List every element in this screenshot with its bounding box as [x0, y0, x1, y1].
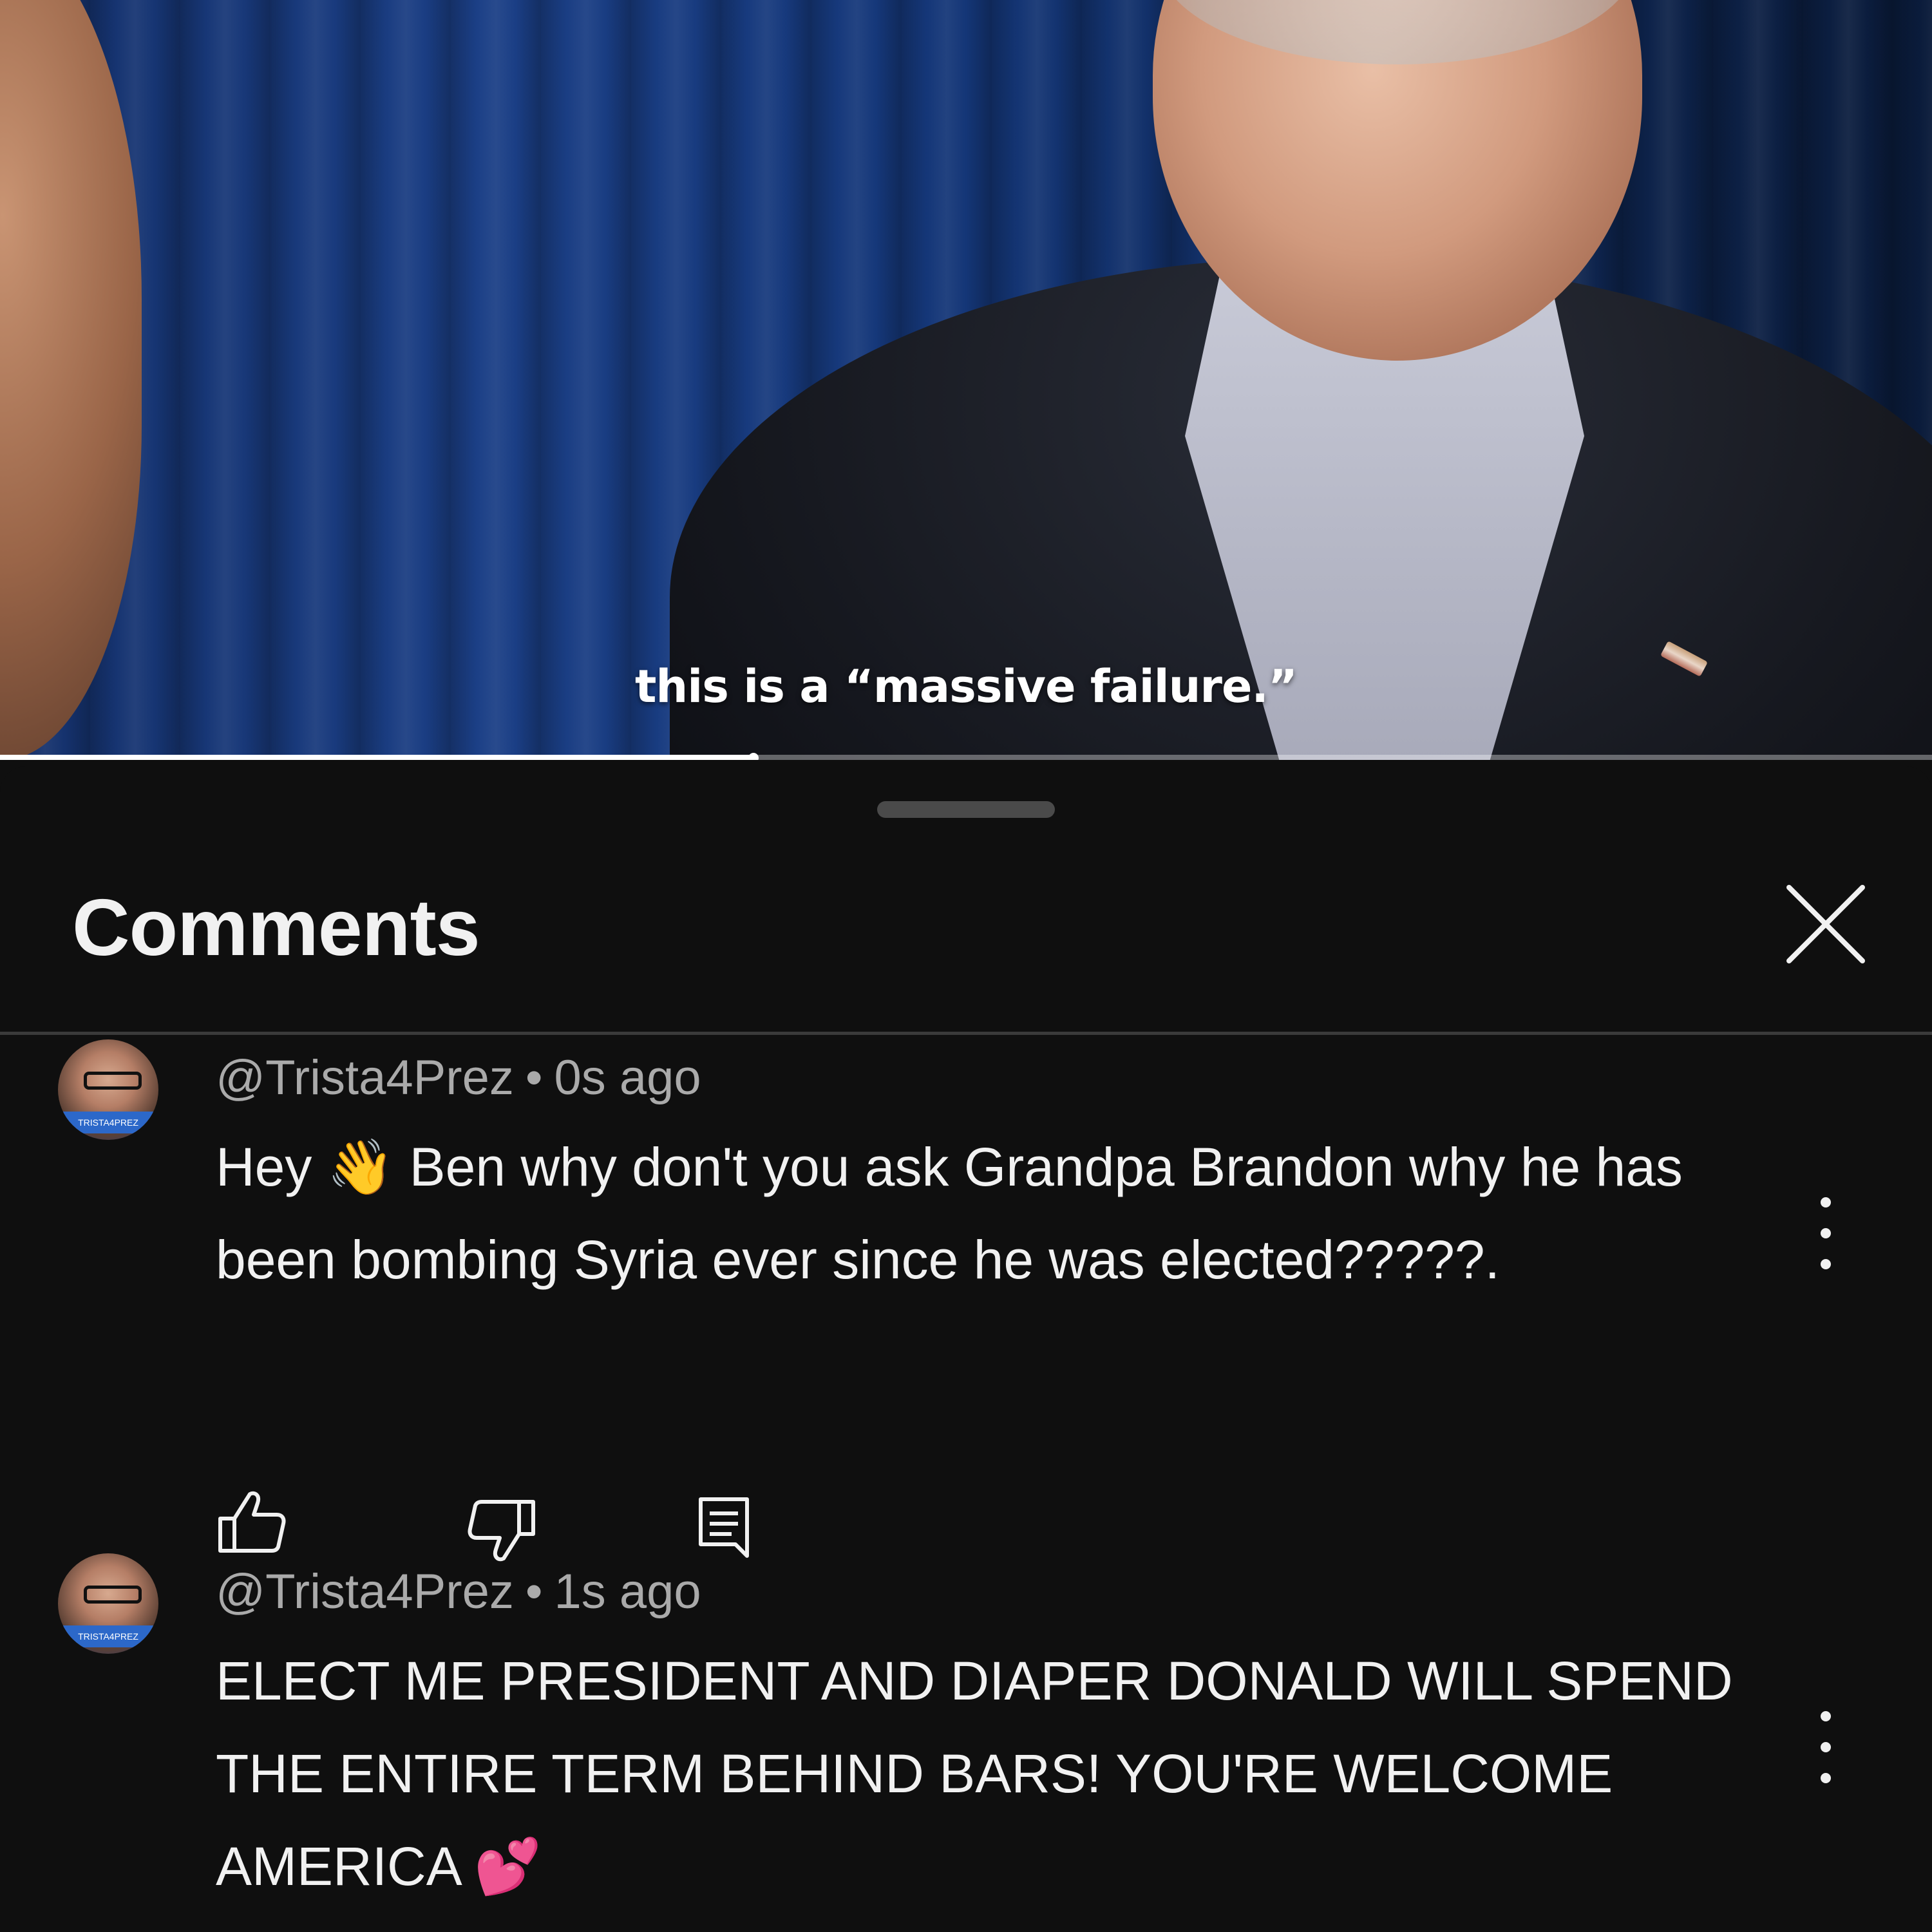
two-hearts-emoji: 💕	[474, 1835, 542, 1898]
avatar-glasses	[84, 1586, 142, 1604]
avatar-badge: TRISTA4PREZ	[58, 1112, 158, 1133]
like-button[interactable]	[213, 1488, 290, 1558]
avatar-badge: TRISTA4PREZ	[58, 1625, 158, 1647]
reply-icon	[699, 1497, 749, 1558]
header-divider	[0, 1032, 1932, 1035]
video-progress-scrubber[interactable]	[748, 753, 759, 760]
reply-button[interactable]	[696, 1494, 773, 1565]
comments-title: Comments	[72, 884, 480, 972]
comment-menu-button[interactable]	[1803, 1195, 1848, 1272]
video-caption: this is a “massive failure.”	[634, 660, 1298, 713]
comment-text: Hey 👋 Ben why don't you ask Grandpa Bran…	[216, 1121, 1800, 1306]
close-button[interactable]	[1777, 876, 1874, 972]
waving-hand-emoji: 👋	[327, 1135, 395, 1198]
youtube-screen: this is a “massive failure.” Comments TR…	[0, 0, 1932, 1932]
avatar-glasses	[84, 1072, 142, 1090]
like-icon	[218, 1491, 286, 1553]
comment-author[interactable]: @Trista4Prez	[216, 1050, 514, 1105]
comment-text: ELECT ME PRESIDENT AND DIAPER DONALD WIL…	[216, 1634, 1800, 1913]
comment-text-end: Ben why don't you ask Grandpa Brandon wh…	[216, 1137, 1683, 1290]
comment-time: 0s ago	[554, 1050, 701, 1105]
dislike-icon	[468, 1500, 535, 1562]
comments-sheet: Comments TRISTA4PREZ @Trista4Prez • 0s ago…	[0, 766, 1932, 1932]
comment-time: 1s ago	[554, 1564, 701, 1619]
meta-separator: •	[525, 1564, 543, 1619]
dislike-button[interactable]	[464, 1494, 541, 1565]
comment-menu-button[interactable]	[1803, 1709, 1848, 1786]
video-player[interactable]: this is a “massive failure.”	[0, 0, 1932, 760]
close-icon	[1786, 885, 1865, 963]
comment-meta: @Trista4Prez • 0s ago	[216, 1050, 701, 1106]
avatar[interactable]: TRISTA4PREZ	[58, 1553, 158, 1654]
comment-meta: @Trista4Prez • 1s ago	[216, 1564, 701, 1620]
video-progress-fill	[0, 755, 753, 760]
comment-text-content: ELECT ME PRESIDENT AND DIAPER DONALD WIL…	[216, 1651, 1733, 1897]
video-progress-bar[interactable]	[0, 753, 1932, 760]
comment-text-start: Hey	[216, 1137, 327, 1197]
avatar[interactable]: TRISTA4PREZ	[58, 1039, 158, 1140]
comment-author[interactable]: @Trista4Prez	[216, 1564, 514, 1619]
meta-separator: •	[525, 1050, 543, 1105]
drag-handle[interactable]	[877, 801, 1055, 818]
